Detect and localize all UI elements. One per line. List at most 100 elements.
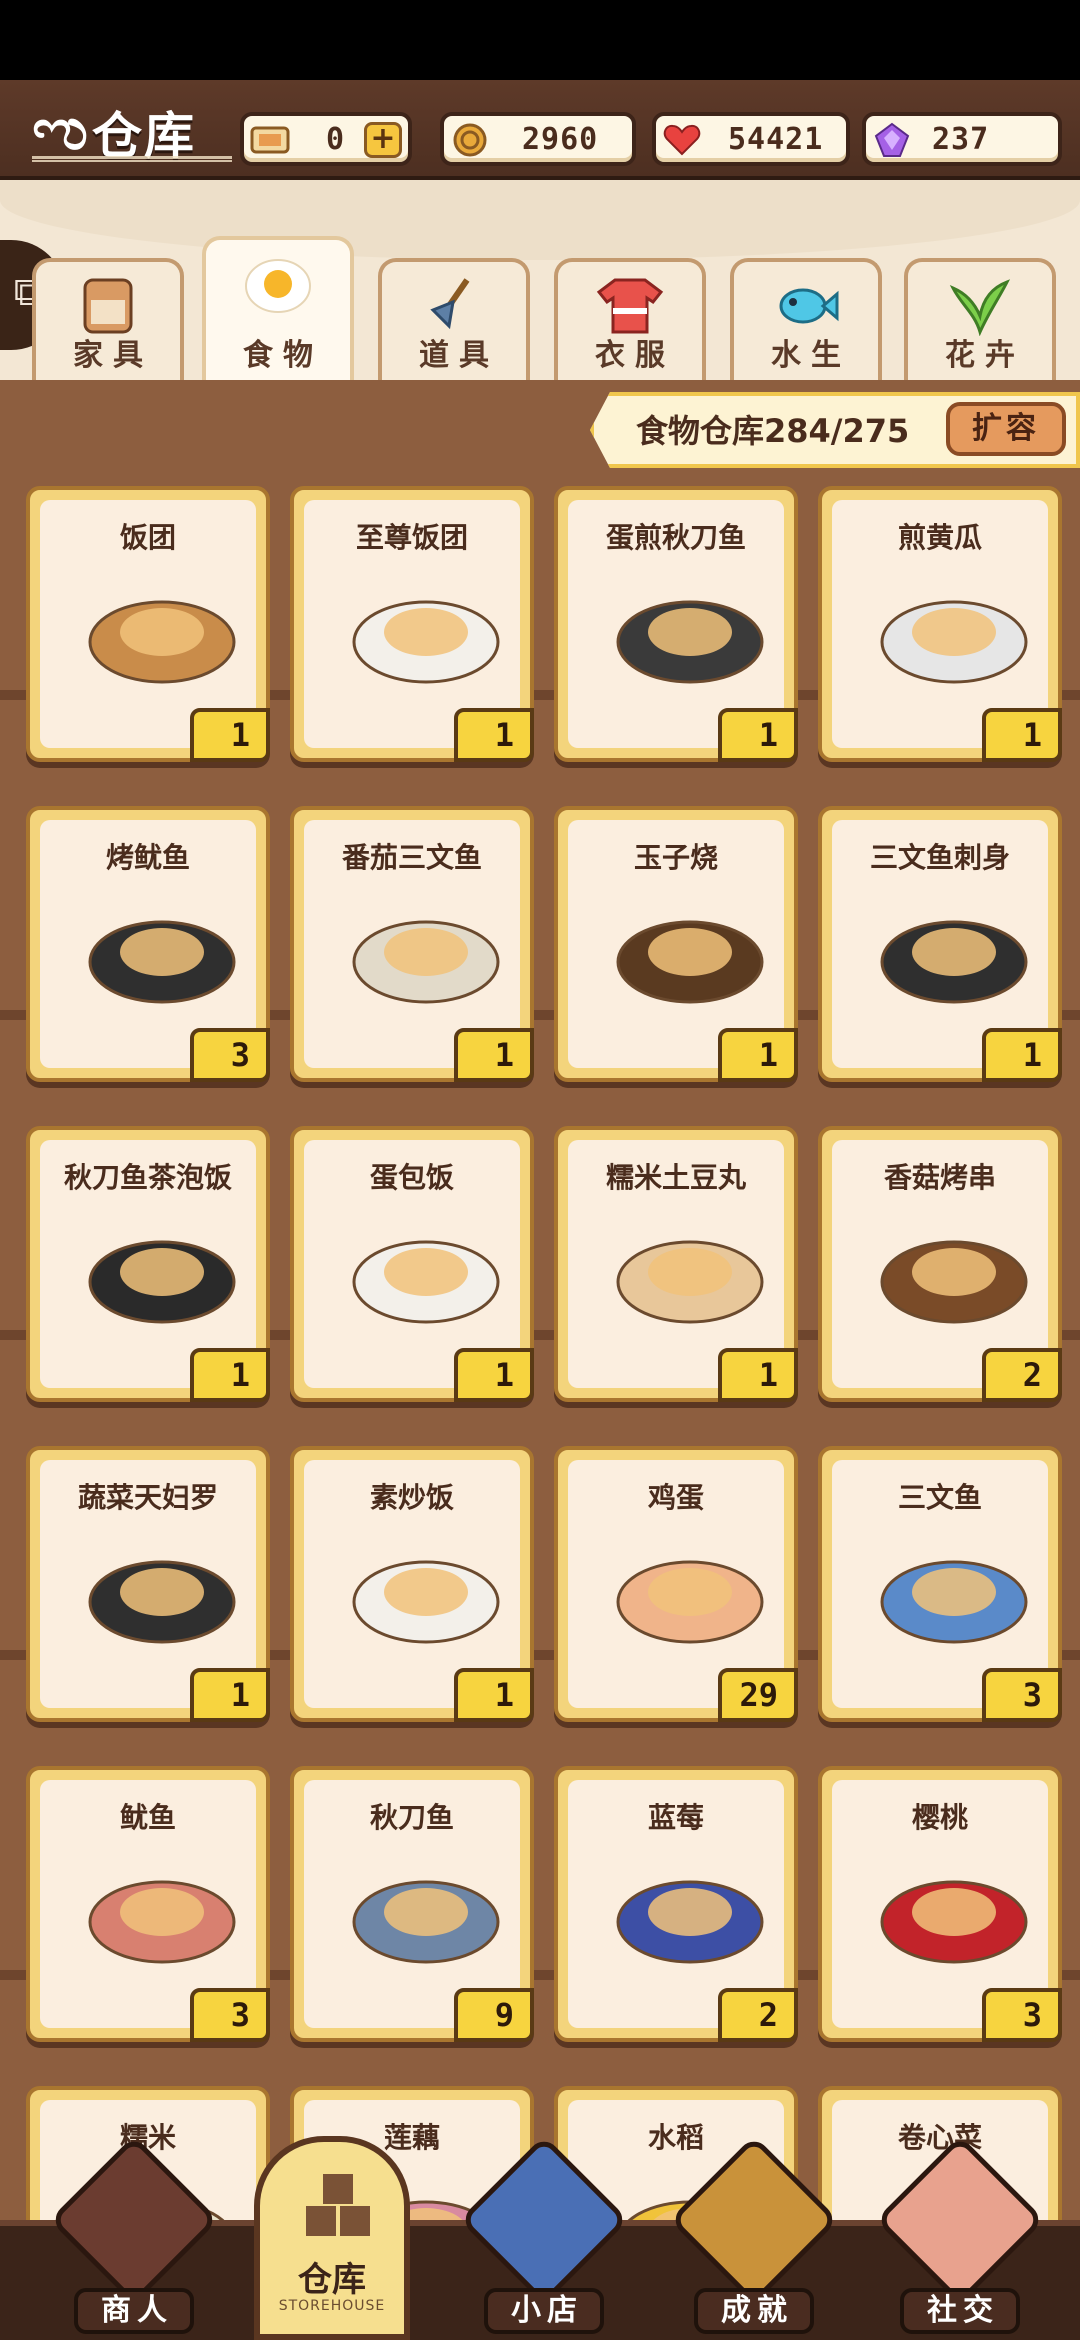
food-item-name: 鸡蛋 [647, 1481, 704, 1514]
expand-storage-button[interactable]: 扩容 [946, 402, 1066, 456]
ticket-counter: 0 + [240, 112, 412, 166]
food-item-count-badge: 1 [718, 708, 798, 762]
food-item-card[interactable]: 香菇烤串 2 [818, 1126, 1062, 1402]
food-item-image [352, 1560, 500, 1644]
food-item-name: 烤鱿鱼 [105, 841, 190, 874]
nav-social[interactable]: 社交 [870, 2135, 1050, 2340]
shop-building-icon [459, 2135, 629, 2305]
food-item-card[interactable]: 鱿鱼 3 [26, 1766, 270, 2042]
food-item-name: 蔬菜天妇罗 [77, 1481, 218, 1514]
food-item-card[interactable]: 煎黄瓜 1 [818, 486, 1062, 762]
food-item-count-badge: 2 [982, 1348, 1062, 1402]
food-item-name: 蓝莓 [647, 1801, 704, 1834]
tab-tools[interactable]: 道具 [378, 258, 530, 380]
tab-label: 家具 [73, 338, 153, 373]
tab-furniture[interactable]: 家具 [32, 258, 184, 380]
storage-capacity-text: 食物仓库284/275 [636, 412, 910, 450]
food-item-image [352, 1240, 500, 1324]
food-item-count-badge: 2 [718, 1988, 798, 2042]
food-item-image [880, 920, 1028, 1004]
food-item-card[interactable]: 素炒饭 1 [290, 1446, 534, 1722]
food-item-name: 香菇烤串 [883, 1161, 996, 1194]
food-item-image [880, 1560, 1028, 1644]
shirt-icon [596, 278, 664, 334]
food-item-card[interactable]: 樱桃 3 [818, 1766, 1062, 2042]
couple-avatar-icon [875, 2135, 1045, 2305]
food-item-card[interactable]: 饭团 1 [26, 486, 270, 762]
food-item-image [880, 600, 1028, 684]
food-item-name: 秋刀鱼茶泡饭 [63, 1161, 232, 1194]
food-item-name: 饭团 [119, 521, 176, 554]
merchant-avatar-icon [49, 2135, 219, 2305]
food-item-count-badge: 1 [190, 708, 270, 762]
food-item-image [616, 1240, 764, 1324]
tab-aquatic[interactable]: 水生 [730, 258, 882, 380]
food-item-count-badge: 1 [454, 708, 534, 762]
food-item-name: 番茄三文鱼 [341, 841, 482, 874]
nav-label: 商人 [74, 2288, 194, 2334]
tab-clothes[interactable]: 衣服 [554, 258, 706, 380]
food-item-count-badge: 1 [454, 1668, 534, 1722]
food-item-card[interactable]: 三文鱼刺身 1 [818, 806, 1062, 1082]
food-item-name: 三文鱼刺身 [869, 841, 1010, 874]
nav-storehouse[interactable]: 仓库 STOREHOUSE [254, 2136, 410, 2340]
tab-flowers[interactable]: 花卉 [904, 258, 1056, 380]
food-item-image [352, 920, 500, 1004]
coin-counter: 2960 [440, 112, 636, 166]
food-item-card[interactable]: 蛋煎秋刀鱼 1 [554, 486, 798, 762]
food-item-image [616, 600, 764, 684]
food-item-count-badge: 1 [454, 1028, 534, 1082]
food-item-image [88, 1560, 236, 1644]
food-item-card[interactable]: 蓝莓 2 [554, 1766, 798, 2042]
food-item-name: 煎黄瓜 [897, 521, 982, 554]
nav-shop[interactable]: 小店 [454, 2135, 634, 2340]
swirl-ornament-icon: ಌ [32, 95, 88, 163]
heart-counter: 54421 [652, 112, 850, 166]
top-header: ಌ 仓库 0 + 2960 54421 237 [0, 80, 1080, 180]
heart-value: 54421 [728, 122, 824, 157]
nav-sublabel: STOREHOUSE [278, 2298, 386, 2314]
food-item-card[interactable]: 糯米土豆丸 1 [554, 1126, 798, 1402]
food-item-count-badge: 1 [454, 1348, 534, 1402]
fried-egg-icon [245, 259, 311, 313]
food-item-card[interactable]: 烤鱿鱼 3 [26, 806, 270, 1082]
food-item-card[interactable]: 鸡蛋 29 [554, 1446, 798, 1722]
food-item-count-badge: 29 [718, 1668, 798, 1722]
food-item-count-badge: 1 [190, 1348, 270, 1402]
food-item-card[interactable]: 蔬菜天妇罗 1 [26, 1446, 270, 1722]
food-item-count-badge: 1 [190, 1668, 270, 1722]
tab-label: 花卉 [945, 338, 1025, 373]
shovel-icon [430, 278, 470, 330]
food-item-card[interactable]: 三文鱼 3 [818, 1446, 1062, 1722]
food-item-card[interactable]: 玉子烧 1 [554, 806, 798, 1082]
food-item-name: 素炒饭 [369, 1481, 454, 1514]
food-item-card[interactable]: 秋刀鱼茶泡饭 1 [26, 1126, 270, 1402]
food-item-count-badge: 1 [718, 1028, 798, 1082]
gem-icon [874, 122, 910, 157]
status-bar [0, 0, 1080, 80]
nav-label: 社交 [900, 2288, 1020, 2334]
tab-label: 食物 [243, 338, 323, 373]
nav-label: 成就 [694, 2288, 814, 2334]
tab-food[interactable]: 食物 [202, 236, 354, 380]
food-item-count-badge: 1 [982, 1028, 1062, 1082]
add-ticket-button[interactable]: + [364, 122, 402, 158]
food-item-image [352, 1880, 500, 1964]
food-item-name: 三文鱼 [897, 1481, 982, 1514]
food-item-card[interactable]: 番茄三文鱼 1 [290, 806, 534, 1082]
food-item-image [88, 920, 236, 1004]
nav-merchant[interactable]: 商人 [44, 2135, 224, 2340]
food-item-count-badge: 1 [718, 1348, 798, 1402]
gem-counter: 237 [862, 112, 1062, 166]
food-item-card[interactable]: 秋刀鱼 9 [290, 1766, 534, 2042]
nav-achievement[interactable]: 成就 [664, 2135, 844, 2340]
food-item-card[interactable]: 蛋包饭 1 [290, 1126, 534, 1402]
nav-label: 仓库 [298, 2260, 366, 2300]
coin-value: 2960 [522, 122, 599, 157]
food-item-image [352, 600, 500, 684]
food-item-image [88, 1240, 236, 1324]
food-item-card[interactable]: 至尊饭团 1 [290, 486, 534, 762]
plant-icon [949, 279, 1011, 336]
tab-label: 衣服 [595, 338, 675, 373]
food-item-image [880, 1240, 1028, 1324]
